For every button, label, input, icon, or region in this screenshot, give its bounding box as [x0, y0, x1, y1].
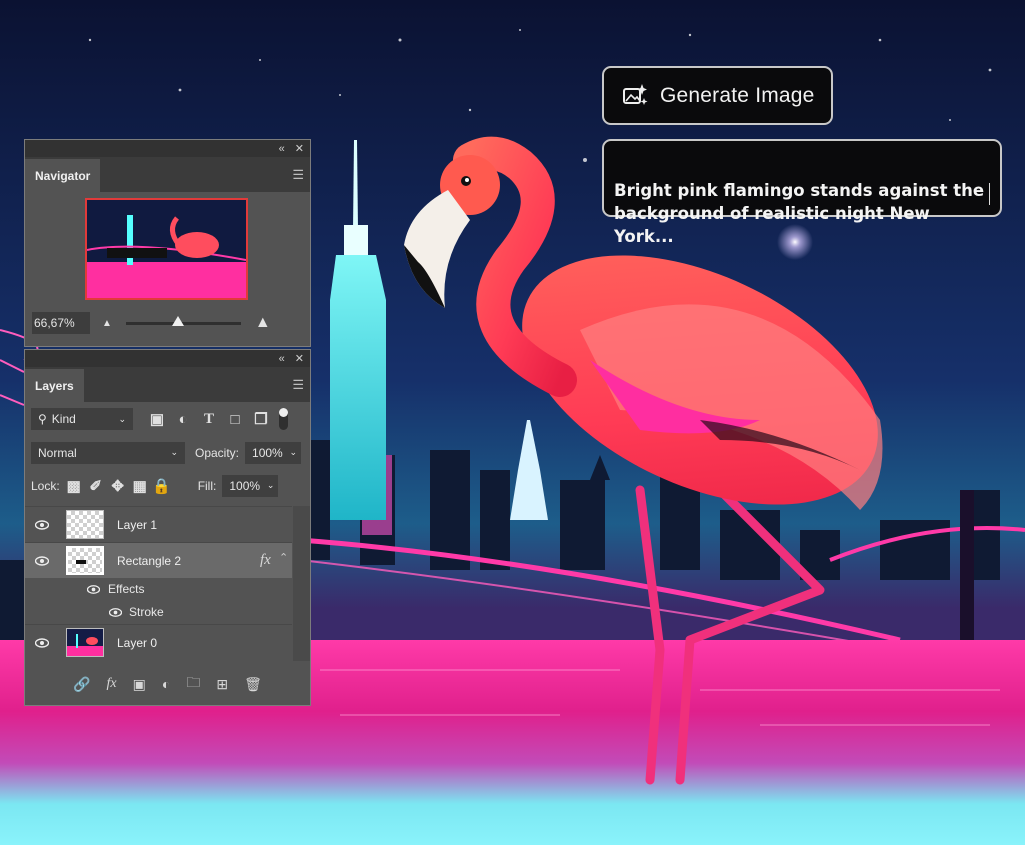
- zoom-out-icon[interactable]: ▲: [102, 318, 112, 329]
- ai-image-generate-icon: [623, 83, 648, 105]
- text-caret: [989, 183, 990, 205]
- layers-list: Layer 1 Rectangle 2 fx ⌃ Effects Stroke …: [25, 506, 292, 662]
- link-layers-icon[interactable]: 🔗: [73, 676, 90, 693]
- layer-row-rectangle-2[interactable]: Rectangle 2 fx ⌃: [25, 542, 292, 578]
- delete-layer-icon[interactable]: 🗑: [244, 676, 262, 693]
- prompt-text-field[interactable]: Bright pink flamingo stands against the …: [602, 139, 1002, 246]
- fill-label: Fill:: [197, 478, 217, 493]
- lock-position-icon[interactable]: ✥: [110, 478, 126, 495]
- blend-mode-value: Normal: [38, 445, 77, 460]
- opacity-label: Opacity:: [195, 445, 240, 460]
- chevron-down-icon[interactable]: ⌄: [267, 480, 275, 491]
- close-panel-icon[interactable]: ✕: [295, 352, 304, 365]
- zoom-slider-handle[interactable]: [171, 315, 184, 326]
- tab-layers[interactable]: Layers: [25, 369, 84, 402]
- visibility-eye-icon[interactable]: [87, 583, 100, 596]
- close-panel-icon[interactable]: ✕: [295, 142, 304, 155]
- fill-value: 100%: [229, 478, 261, 493]
- layer-filter-row: ⚲ Kind ⌄ ▣ ◐ T □ ❐: [25, 402, 310, 436]
- blend-mode-dropdown[interactable]: Normal ⌄: [31, 441, 185, 464]
- new-layer-icon[interactable]: ⊞: [216, 676, 228, 693]
- layers-panel: « ✕ Layers ☰ ⚲ Kind ⌄ ▣ ◐ T □ ❐ Normal ⌄…: [24, 349, 311, 706]
- lock-fill-row: Lock: ▩ ✐ ✥ ▦ 🔒 Fill: 100% ⌄: [25, 469, 310, 502]
- panel-tabs: Navigator ☰: [25, 157, 310, 192]
- visibility-eye-icon[interactable]: [35, 554, 49, 568]
- tab-navigator[interactable]: Navigator: [25, 159, 101, 192]
- panel-header-bar: « ✕: [25, 350, 310, 367]
- zoom-in-icon[interactable]: ▲: [255, 314, 271, 332]
- generate-image-button[interactable]: Generate Image: [602, 66, 833, 125]
- zoom-slider[interactable]: [125, 315, 241, 326]
- effects-label: Effects: [108, 582, 145, 596]
- fill-field[interactable]: 100% ⌄: [222, 474, 279, 497]
- opacity-value: 100%: [252, 445, 283, 460]
- lock-all-icon[interactable]: 🔒: [152, 478, 171, 495]
- lock-label: Lock:: [31, 478, 60, 493]
- layer-name[interactable]: Layer 0: [117, 636, 157, 650]
- layers-scrollbar[interactable]: [293, 506, 310, 661]
- blend-opacity-row: Normal ⌄ Opacity: 100% ⌄: [25, 436, 310, 469]
- opacity-field[interactable]: 100% ⌄: [245, 441, 302, 464]
- type-layer-filter-icon[interactable]: T: [201, 411, 217, 427]
- layer-row-layer-1[interactable]: Layer 1: [25, 506, 292, 542]
- navigator-panel: « ✕ Navigator ☰ 66,67% ▲ ▲: [24, 139, 311, 347]
- collapse-panel-icon[interactable]: «: [279, 353, 285, 365]
- smart-object-filter-icon[interactable]: ❐: [253, 411, 269, 428]
- filter-kind-label: Kind: [51, 412, 76, 426]
- filter-toggle-switch[interactable]: [279, 408, 288, 430]
- lock-image-pixels-icon[interactable]: ✐: [88, 478, 104, 495]
- effects-row[interactable]: Effects: [25, 578, 292, 601]
- layer-row-layer-0[interactable]: Layer 0: [25, 624, 292, 662]
- panel-tabs: Layers ☰: [25, 367, 310, 402]
- layer-thumbnail: [66, 628, 104, 657]
- chevron-down-icon: ⌄: [170, 447, 178, 457]
- navigator-preview-thumbnail[interactable]: [85, 198, 248, 300]
- filter-kind-dropdown[interactable]: ⚲ Kind ⌄: [31, 408, 133, 430]
- shape-layer-filter-icon[interactable]: □: [227, 411, 243, 428]
- stroke-effect-row[interactable]: Stroke: [25, 601, 292, 624]
- generate-image-label: Generate Image: [660, 83, 815, 107]
- lock-artboard-icon[interactable]: ▦: [132, 478, 148, 495]
- layer-thumbnail: [66, 546, 104, 575]
- panel-menu-icon[interactable]: ☰: [292, 167, 304, 183]
- visibility-eye-icon[interactable]: [109, 606, 122, 619]
- layer-thumbnail: [66, 510, 104, 539]
- layers-toolbar: 🔗 fx ▣ ◐ 🗀 ⊞ 🗑: [25, 669, 310, 699]
- visibility-eye-icon[interactable]: [35, 518, 49, 532]
- lock-transparent-pixels-icon[interactable]: ▩: [66, 478, 82, 495]
- fx-icon[interactable]: fx: [260, 552, 271, 569]
- search-icon: ⚲: [38, 412, 47, 426]
- adjustment-layer-filter-icon[interactable]: ◐: [175, 411, 191, 428]
- panel-menu-icon[interactable]: ☰: [292, 377, 304, 393]
- pixel-layer-filter-icon[interactable]: ▣: [149, 411, 165, 428]
- panel-header-bar: « ✕: [25, 140, 310, 157]
- new-adjustment-layer-icon[interactable]: ◐: [162, 676, 170, 692]
- chevron-up-icon[interactable]: ⌃: [279, 551, 288, 564]
- visibility-eye-icon[interactable]: [35, 636, 49, 650]
- layer-name[interactable]: Rectangle 2: [117, 554, 181, 568]
- navigator-zoom-bar: 66,67% ▲ ▲: [25, 308, 310, 338]
- collapse-panel-icon[interactable]: «: [279, 143, 285, 155]
- stroke-label: Stroke: [129, 605, 164, 619]
- add-layer-style-icon[interactable]: fx: [107, 676, 117, 692]
- add-mask-icon[interactable]: ▣: [133, 676, 146, 693]
- zoom-percent-field[interactable]: 66,67%: [32, 312, 90, 334]
- new-group-folder-icon[interactable]: 🗀: [186, 672, 200, 696]
- chevron-down-icon: ⌄: [118, 413, 126, 424]
- layer-name[interactable]: Layer 1: [117, 518, 157, 532]
- chevron-down-icon[interactable]: ⌄: [289, 447, 297, 458]
